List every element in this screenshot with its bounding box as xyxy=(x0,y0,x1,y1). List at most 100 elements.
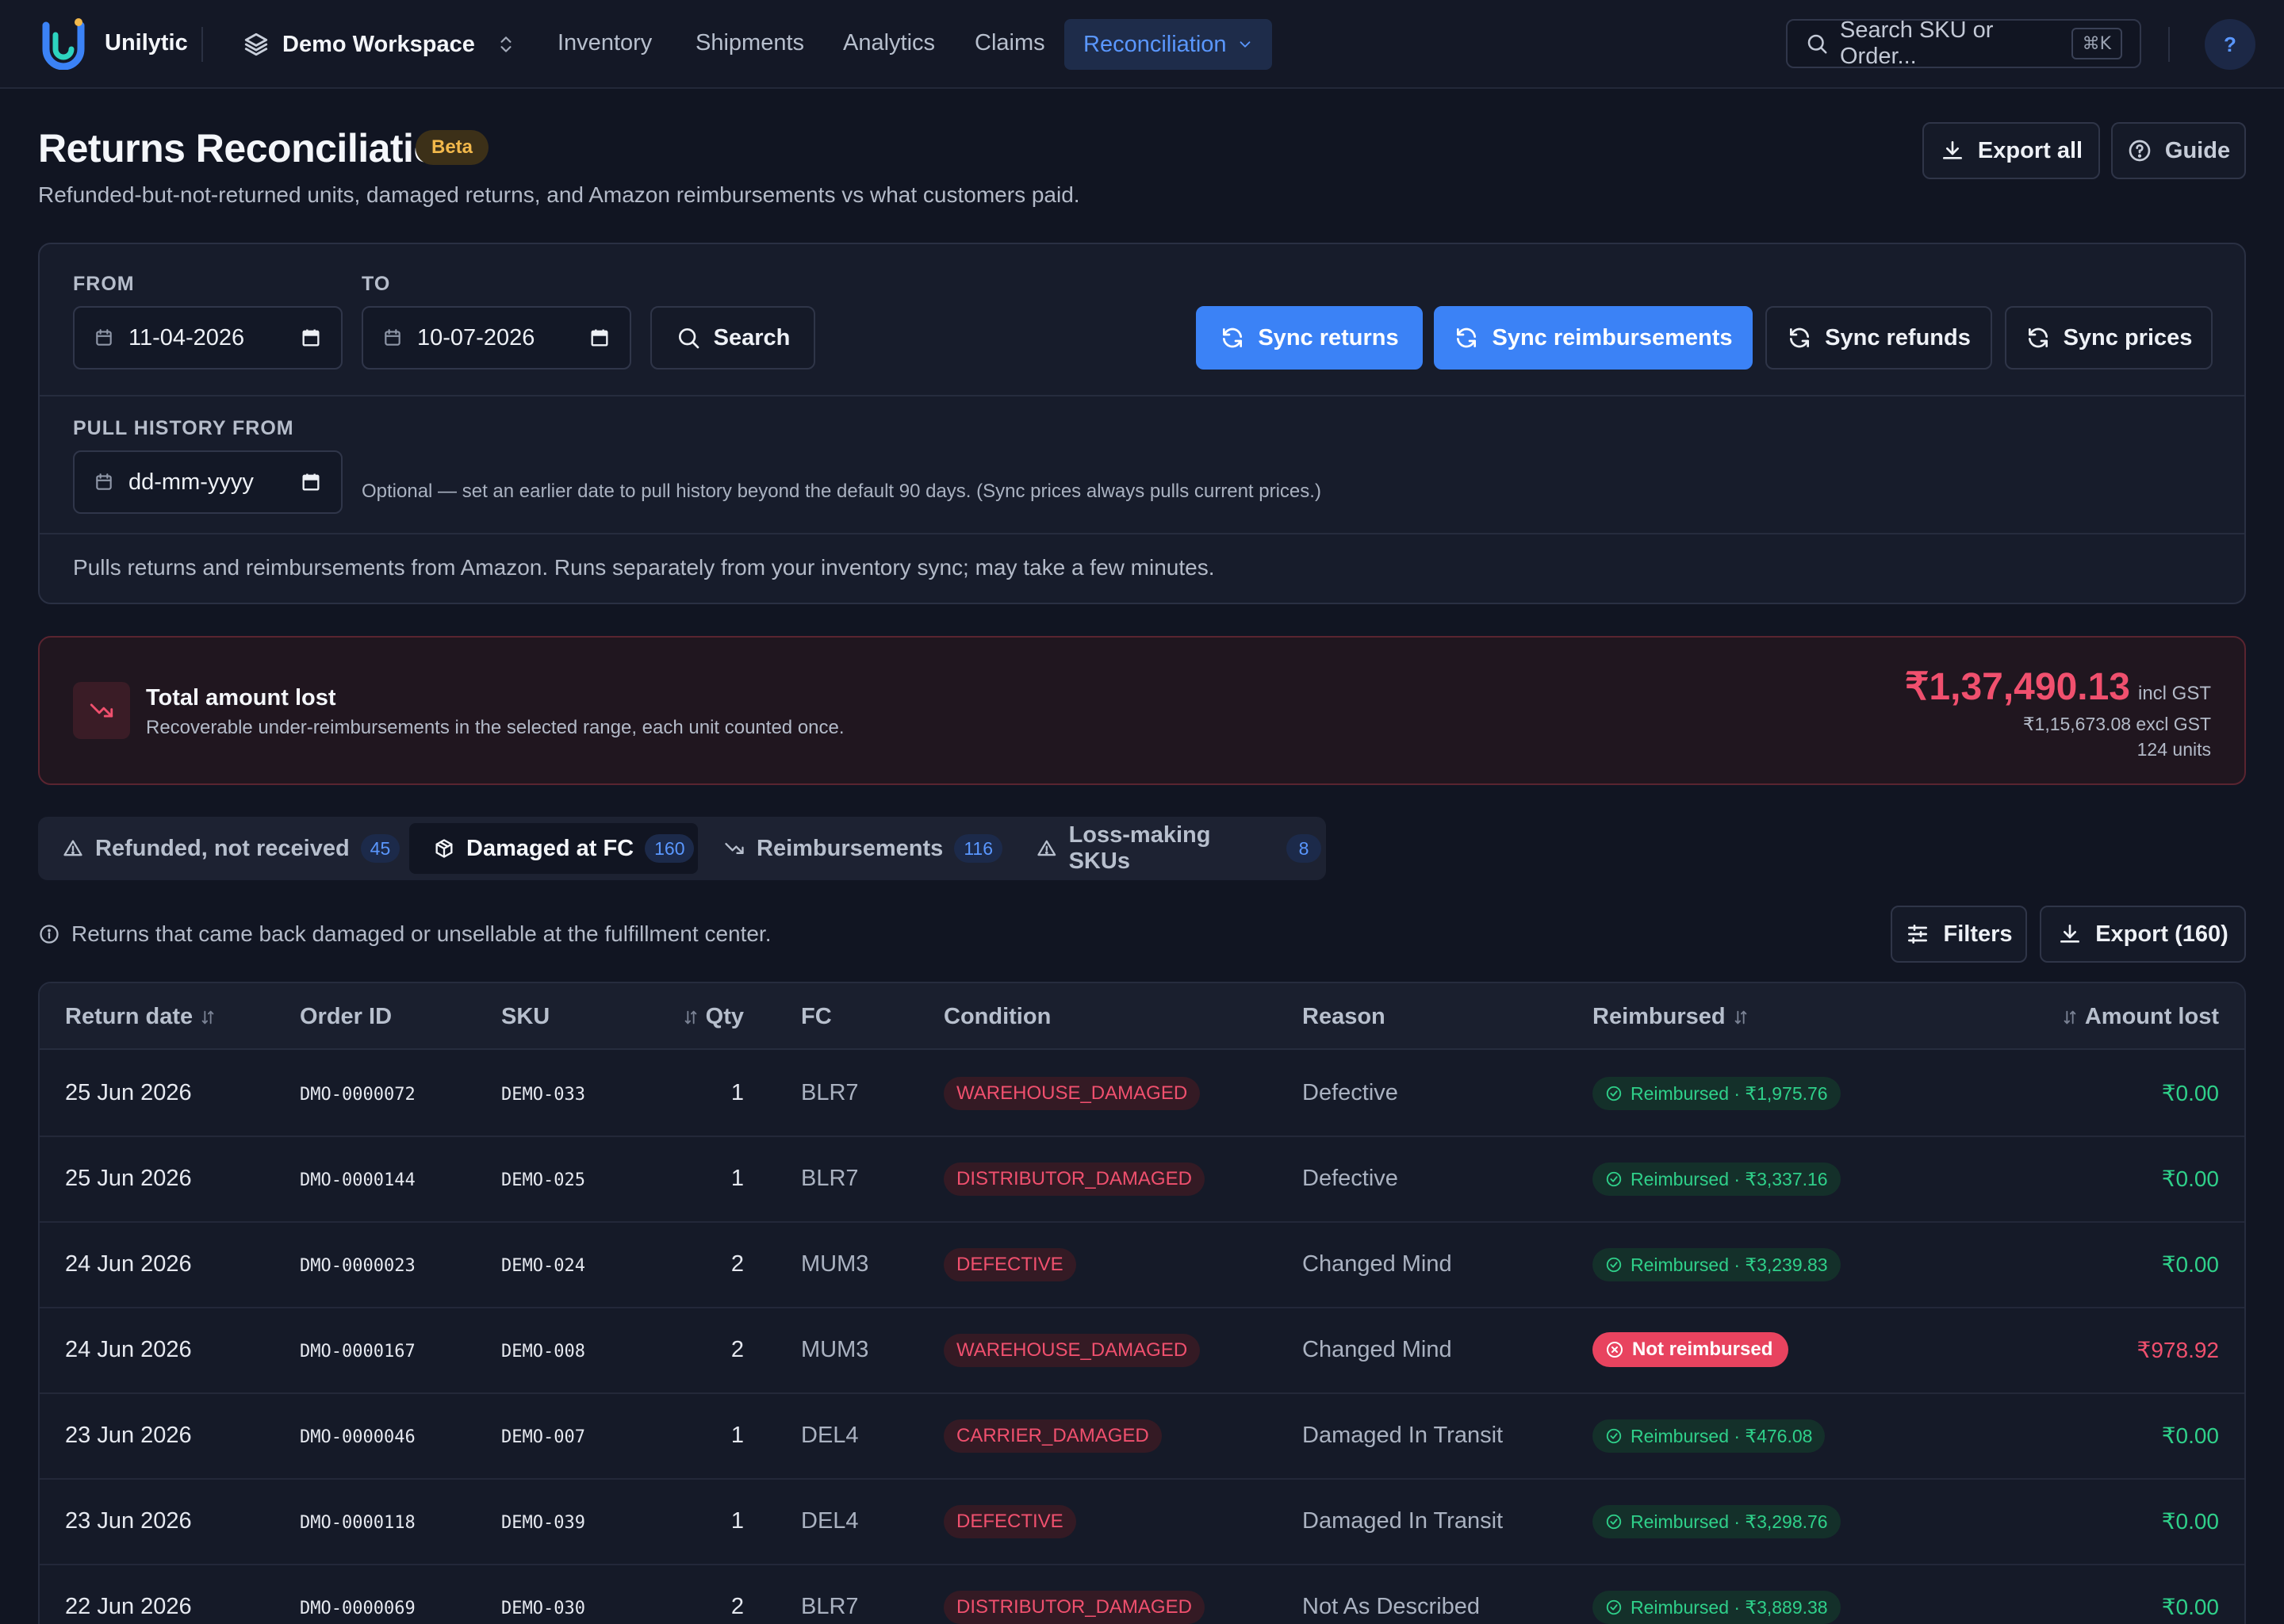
qty: 1 xyxy=(730,1080,744,1105)
col-amount-lost[interactable]: Amount lost xyxy=(2061,1004,2219,1030)
sort-icon xyxy=(684,1010,696,1024)
table-row[interactable]: 24 Jun 2026 DMO-0000023 DEMO-024 2 MUM3 DEFEC… xyxy=(40,1223,2244,1308)
calendar-icon xyxy=(96,329,112,346)
order-id[interactable]: DMO-0000144 xyxy=(300,1170,416,1190)
sku[interactable]: DEMO-033 xyxy=(501,1085,585,1105)
sku[interactable]: DEMO-024 xyxy=(501,1256,585,1276)
global-search[interactable]: Search SKU or Order... ⌘K xyxy=(1786,17,2141,70)
check-circle-icon xyxy=(1606,1086,1622,1101)
order-id[interactable]: DMO-0000118 xyxy=(300,1513,416,1533)
col-reason: Reason xyxy=(1302,1004,1385,1029)
history-date-input[interactable]: dd-mm-yyyy xyxy=(73,450,343,514)
reimbursed-badge: Reimbursed · ₹1,975.76 xyxy=(1592,1077,1841,1110)
condition-badge: CARRIER_DAMAGED xyxy=(944,1419,1162,1453)
col-label: Return date xyxy=(65,1004,194,1029)
reimbursed-text: Reimbursed · ₹3,298.76 xyxy=(1631,1511,1828,1532)
sync-reimbursements-button[interactable]: Sync reimbursements xyxy=(1434,306,1753,370)
alert-triangle-icon xyxy=(1037,840,1056,856)
tab-count: 116 xyxy=(954,834,1002,863)
export-all-button[interactable]: Export all xyxy=(1922,122,2100,179)
col-reimbursed[interactable]: Reimbursed xyxy=(1592,1004,1749,1030)
calendar-picker-icon[interactable] xyxy=(588,327,611,349)
search-button[interactable]: Search xyxy=(650,306,815,370)
order-id[interactable]: DMO-0000023 xyxy=(300,1256,416,1276)
qty: 2 xyxy=(730,1251,744,1277)
alert-triangle-icon xyxy=(63,840,82,856)
amount-lost: ₹978.92 xyxy=(2136,1338,2219,1362)
sync-prices-button[interactable]: Sync prices xyxy=(2005,306,2213,370)
workspace-name: Demo Workspace xyxy=(282,31,475,57)
search-icon xyxy=(678,328,699,349)
loss-units: 124 units xyxy=(2136,739,2211,760)
col-qty[interactable]: Qty xyxy=(682,1004,744,1030)
col-return-date[interactable]: Return date xyxy=(65,1004,217,1030)
tab-refunded-not-received[interactable]: Refunded, not received 45 xyxy=(38,823,409,874)
return-date: 24 Jun 2026 xyxy=(65,1337,192,1362)
table-row[interactable]: 24 Jun 2026 DMO-0000167 DEMO-008 2 MUM3 WAREH… xyxy=(40,1308,2244,1394)
top-navigation: Unilytic Demo Workspace Inventory Shipme… xyxy=(0,0,2284,89)
tab-damaged-at-fc[interactable]: Damaged at FC 160 xyxy=(409,823,698,874)
export-button[interactable]: Export (160) xyxy=(2040,906,2246,963)
condition-badge: DEFECTIVE xyxy=(944,1505,1076,1538)
workspace-switcher[interactable]: Demo Workspace xyxy=(243,24,516,65)
fc: DEL4 xyxy=(801,1423,859,1448)
to-date-input[interactable]: 10-07-2026 xyxy=(362,306,631,370)
order-id[interactable]: DMO-0000167 xyxy=(300,1342,416,1362)
return-date: 22 Jun 2026 xyxy=(65,1594,192,1619)
nav-inventory[interactable]: Inventory xyxy=(558,30,652,56)
calendar-icon xyxy=(96,473,112,490)
tab-reimbursements[interactable]: Reimbursements 116 xyxy=(699,823,1007,874)
to-label: TO xyxy=(362,273,391,295)
reimbursed-text: Reimbursed · ₹3,889.38 xyxy=(1631,1596,1828,1618)
damaged-returns-table: Return date Order ID SKU Qty FC Conditio… xyxy=(38,982,2246,1624)
tab-loss-making-skus[interactable]: Loss-making SKUs 8 xyxy=(1012,822,1321,874)
unilytic-logo-icon[interactable] xyxy=(41,17,86,70)
reimbursed-text: Reimbursed · ₹3,337.16 xyxy=(1631,1168,1828,1189)
calendar-picker-icon[interactable] xyxy=(300,471,322,493)
table-row[interactable]: 23 Jun 2026 DMO-0000046 DEMO-007 1 DEL4 CARRI… xyxy=(40,1394,2244,1480)
table-row[interactable]: 22 Jun 2026 DMO-0000069 DEMO-030 2 BLR7 DISTR… xyxy=(40,1565,2244,1624)
reimbursed-text: Reimbursed · ₹1,975.76 xyxy=(1631,1082,1828,1104)
loss-excl-gst: ₹1,15,673.08 excl GST xyxy=(2022,714,2211,734)
sync-returns-button[interactable]: Sync returns xyxy=(1196,306,1423,370)
guide-label: Guide xyxy=(2164,137,2231,163)
filters-label: Filters xyxy=(1943,921,2013,947)
sku[interactable]: DEMO-008 xyxy=(501,1342,585,1362)
refresh-icon xyxy=(1790,327,1810,348)
nav-reconciliation[interactable]: Reconciliation xyxy=(1064,19,1272,70)
layers-icon xyxy=(244,33,268,56)
nav-shipments[interactable]: Shipments xyxy=(696,30,804,56)
from-date-input[interactable]: 11-04-2026 xyxy=(73,306,343,370)
table-row[interactable]: 25 Jun 2026 DMO-0000072 DEMO-033 1 BLR7 WAREH… xyxy=(40,1051,2244,1137)
help-button[interactable]: ? xyxy=(2205,19,2255,70)
search-input[interactable]: Search SKU or Order... xyxy=(1840,17,2060,70)
chevron-up-down-icon xyxy=(500,36,512,52)
table-row[interactable]: 23 Jun 2026 DMO-0000118 DEMO-039 1 DEL4 DEFEC… xyxy=(40,1480,2244,1565)
loss-icon-box xyxy=(73,682,130,739)
order-id[interactable]: DMO-0000069 xyxy=(300,1599,416,1618)
order-id[interactable]: DMO-0000072 xyxy=(300,1085,416,1105)
return-date: 25 Jun 2026 xyxy=(65,1166,192,1191)
sku[interactable]: DEMO-030 xyxy=(501,1599,585,1618)
tab-label: Loss-making SKUs xyxy=(1068,822,1211,874)
check-circle-icon xyxy=(1606,1428,1622,1444)
amount-lost: ₹0.00 xyxy=(2161,1509,2219,1534)
table-row[interactable]: 25 Jun 2026 DMO-0000144 DEMO-025 1 BLR7 DISTR… xyxy=(40,1137,2244,1223)
refresh-icon xyxy=(1223,327,1243,348)
qty: 1 xyxy=(730,1166,744,1191)
return-date: 23 Jun 2026 xyxy=(65,1423,192,1448)
amount-lost: ₹0.00 xyxy=(2161,1166,2219,1191)
guide-button[interactable]: Guide xyxy=(2111,122,2246,179)
sku[interactable]: DEMO-039 xyxy=(501,1513,585,1533)
sku[interactable]: DEMO-025 xyxy=(501,1170,585,1190)
filters-button[interactable]: Filters xyxy=(1891,906,2027,963)
nav-analytics[interactable]: Analytics xyxy=(843,30,935,56)
order-id[interactable]: DMO-0000046 xyxy=(300,1427,416,1447)
condition-badge: WAREHOUSE_DAMAGED xyxy=(944,1334,1201,1367)
sync-refunds-button[interactable]: Sync refunds xyxy=(1765,306,1992,370)
sync-returns-label: Sync returns xyxy=(1258,324,1399,350)
nav-claims[interactable]: Claims xyxy=(975,30,1045,56)
sku[interactable]: DEMO-007 xyxy=(501,1427,585,1447)
calendar-picker-icon[interactable] xyxy=(300,327,322,349)
trending-down-icon xyxy=(725,843,744,854)
